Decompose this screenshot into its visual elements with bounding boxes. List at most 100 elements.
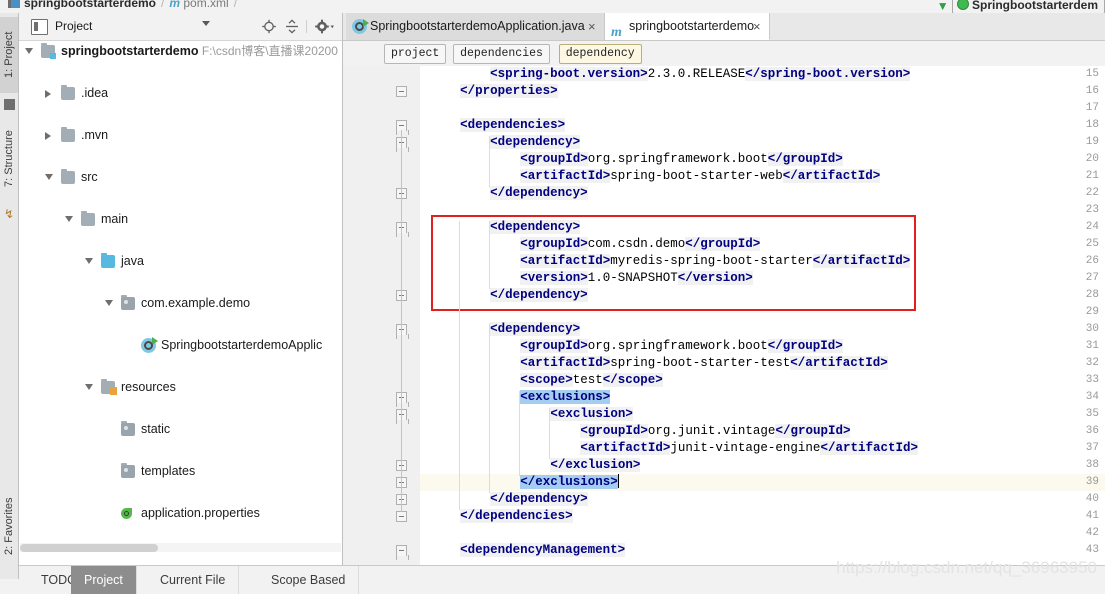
code-editor[interactable]: 15 16 17 18 19 20 21 22 23 24 25 26 27 28 29 30 31 32 33 34… [343, 66, 1105, 565]
editor-tab[interactable]: m springbootstarterdemo × [605, 13, 770, 40]
chevron-right-icon[interactable] [45, 90, 51, 98]
indent-guide [549, 408, 551, 459]
tree-node-label: .mvn [81, 128, 109, 142]
module-folder-icon [41, 43, 56, 59]
xml-text: com.csdn.demo [587, 237, 686, 251]
tree-node[interactable]: static [19, 419, 342, 440]
tree-node[interactable]: java [19, 251, 342, 272]
code-line: </dependency> [490, 185, 588, 202]
code-line: </exclusions> [520, 474, 619, 491]
project-horizontal-scrollbar[interactable] [20, 543, 341, 552]
xml-tag: </dependency> [490, 492, 588, 506]
xml-breadcrumb-bar[interactable]: project dependencies dependency [343, 41, 1105, 67]
tree-node[interactable]: .mvn [19, 125, 342, 146]
xml-tag: </scope> [602, 373, 663, 387]
fold-end-icon[interactable] [396, 86, 407, 97]
tree-node-label: main [101, 212, 129, 226]
tree-node-label: java [121, 254, 144, 268]
left-tool-window-bar: 1: Project 7: Structure ↯ 2: Favorites [0, 13, 19, 579]
xml-text: org.junit.vintage [647, 424, 776, 438]
close-icon[interactable]: × [753, 13, 761, 40]
editor-tab-label: SpringbootstarterdemoApplication.java [370, 19, 585, 33]
chevron-down-icon[interactable] [65, 216, 73, 222]
xml-tag: </groupId> [685, 237, 761, 251]
folder-icon [61, 85, 75, 100]
collapse-all-icon[interactable] [284, 19, 300, 34]
sidebar-item-structure[interactable]: 7: Structure [0, 117, 18, 201]
tree-node[interactable]: .idea [19, 83, 342, 104]
project-tree[interactable]: springbootstarterdemo F:\csdn博客\直播课20200… [19, 41, 342, 550]
top-breadcrumb-strip: springbootstarterdemo / m pom.xml / ▼ Sprin… [0, 0, 1105, 13]
selected-xml-tag: </exclusions> [520, 475, 618, 489]
project-view-icon [31, 19, 48, 35]
indent-guide [489, 136, 491, 187]
run-configuration-selector[interactable]: Springbootstarterdem [951, 0, 1105, 13]
chevron-down-icon[interactable] [25, 48, 33, 54]
xml-tag: </version> [677, 271, 753, 285]
xml-text: junit-vintage-engine [670, 441, 821, 455]
tree-node[interactable]: src [19, 167, 342, 188]
xml-breadcrumb-item[interactable]: project [384, 44, 447, 64]
xml-tag: </dependency> [490, 186, 588, 200]
tree-node-path: F:\csdn博客\直播课20200 [198, 44, 338, 58]
code-line: <artifactId>myredis-spring-boot-starter<… [520, 253, 911, 270]
chevron-down-icon[interactable] [45, 174, 53, 180]
editor-tab-label: springbootstarterdemo [629, 19, 755, 33]
chevron-down-icon[interactable] [202, 21, 210, 26]
todo-scope-button[interactable]: Current File [147, 566, 240, 594]
tree-node-label: SpringbootstarterdemoApplic [161, 338, 323, 352]
xml-breadcrumb-item[interactable]: dependency [558, 44, 642, 64]
todo-scope-button[interactable]: Project [71, 566, 137, 594]
spring-class-icon [141, 337, 158, 353]
code-line: <groupId>org.springframework.boot</group… [520, 151, 843, 168]
tree-node[interactable]: templates [19, 461, 342, 482]
code-line: </exclusion> [550, 457, 641, 474]
sidebar-item-project[interactable]: 1: Project [0, 17, 18, 93]
folder-icon [61, 169, 75, 184]
structure-icon[interactable]: ↯ [4, 207, 15, 220]
scrollbar-thumb[interactable] [20, 544, 158, 552]
sidebar-item-favorites[interactable]: 2: Favorites [0, 481, 18, 571]
chevron-right-icon[interactable] [45, 132, 51, 140]
locate-icon[interactable] [261, 19, 277, 34]
package-icon [121, 463, 135, 478]
chevron-down-icon[interactable] [85, 258, 93, 264]
run-configuration-label: Springbootstarterdem [971, 0, 1098, 12]
tree-node[interactable]: main [19, 209, 342, 230]
xml-tag: </groupId> [767, 339, 843, 353]
tree-node-label: springbootstarterdemo F:\csdn博客\直播课20200 [61, 44, 338, 58]
code-line: <dependencies> [460, 117, 566, 134]
xml-tag: <artifactId> [580, 441, 671, 455]
project-collapse-icon[interactable] [4, 99, 15, 110]
toolbar-divider [306, 20, 307, 33]
indent-guide [519, 391, 521, 476]
spring-class-icon [352, 19, 369, 34]
tree-node[interactable]: application.properties [19, 503, 342, 524]
maven-icon: m [611, 25, 622, 40]
chevron-down-icon[interactable] [85, 384, 93, 390]
download-icon[interactable]: ▼ [937, 0, 949, 13]
settings-gear-icon[interactable] [315, 19, 334, 34]
line-number-gutter [343, 66, 390, 565]
fold-end-icon[interactable] [396, 511, 407, 522]
tree-node[interactable]: SpringbootstarterdemoApplic [19, 335, 342, 356]
source-folder-icon [101, 253, 115, 268]
fold-start-icon[interactable] [396, 545, 409, 560]
code-line: <artifactId>junit-vintage-engine</artifa… [580, 440, 918, 457]
chevron-down-icon[interactable] [105, 300, 113, 306]
tree-node[interactable]: springbootstarterdemo F:\csdn博客\直播课20200 [19, 41, 342, 62]
code-line: <exclusion> [550, 406, 633, 423]
code-line: </properties> [460, 83, 558, 100]
breadcrumb-file[interactable]: pom.xml [183, 0, 228, 10]
breadcrumb-project[interactable]: springbootstarterdemo [24, 0, 156, 10]
tree-node-label: com.example.demo [141, 296, 251, 310]
editor-tab-bar[interactable]: SpringbootstarterdemoApplication.java × m s… [343, 13, 1105, 41]
code-line: <spring-boot.version>2.3.0.RELEASE</spri… [490, 66, 911, 83]
xml-breadcrumb-item[interactable]: dependencies [453, 44, 550, 64]
code-text[interactable]: <spring-boot.version>2.3.0.RELEASE</spri… [420, 66, 1105, 565]
todo-scope-button[interactable]: Scope Based [258, 566, 360, 594]
tree-node[interactable]: resources [19, 377, 342, 398]
close-icon[interactable]: × [588, 13, 596, 40]
editor-tab[interactable]: SpringbootstarterdemoApplication.java × [346, 13, 605, 40]
tree-node[interactable]: com.example.demo [19, 293, 342, 314]
